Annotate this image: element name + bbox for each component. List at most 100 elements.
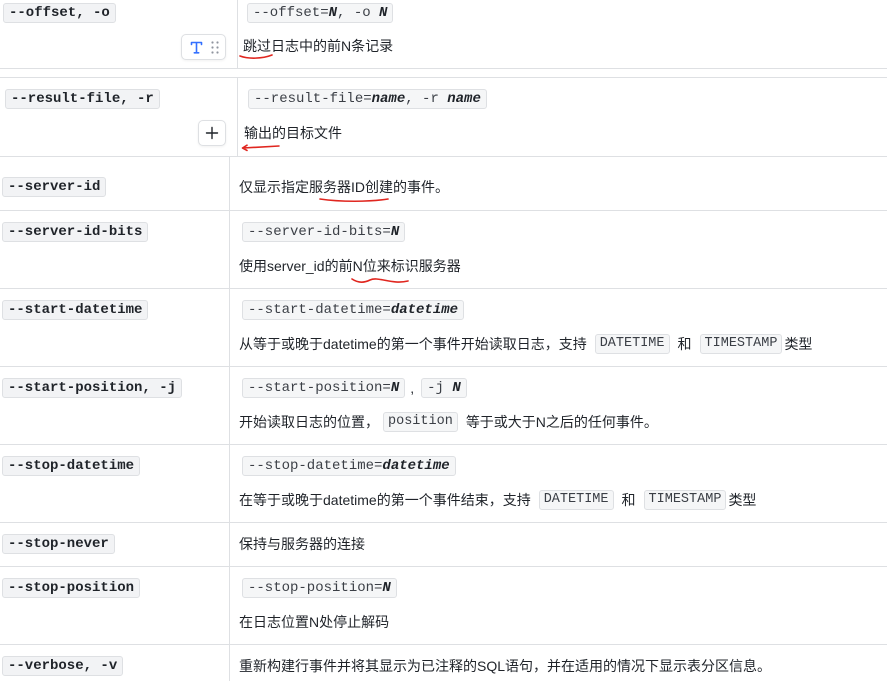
syntax-text: , -r <box>405 91 448 107</box>
option-name: --stop-never <box>2 534 115 554</box>
syntax-line: --offset=N, -o N <box>247 3 394 23</box>
table-row: --result-file, -r --result-file=name, -r… <box>0 77 887 157</box>
syntax-line: --server-id-bits=N <box>242 222 406 242</box>
option-description: 使用server_id的前N位来标识服务器 <box>239 258 461 274</box>
syntax-line: --result-file=name, -r name <box>248 89 487 109</box>
syntax-code: --start-datetime=datetime <box>242 300 465 320</box>
description-cell[interactable]: --result-file=name, -r name 输出的目标文件 <box>238 78 887 156</box>
table-row: --start-position, -j --start-position=N,… <box>0 367 887 445</box>
option-name: --start-datetime <box>2 300 149 320</box>
table-row: --verbose, -v 重新构建行事件并将其显示为已注释的SQL语句，并在适… <box>0 645 887 681</box>
drag-handle-icon[interactable] <box>211 41 219 54</box>
syntax-placeholder: datetime <box>390 302 459 318</box>
option-description: 重新构建行事件并将其显示为已注释的SQL语句，并在适用的情况下显示表分区信息。 <box>239 658 772 674</box>
syntax-code: --stop-datetime=datetime <box>242 456 456 476</box>
add-block-button[interactable] <box>198 120 226 146</box>
table-row: --stop-position --stop-position=N 在日志位置N… <box>0 567 887 645</box>
description-text: 和 <box>677 336 692 352</box>
syntax-code: --server-id-bits=N <box>242 222 406 242</box>
description-cell[interactable]: --start-datetime=datetime 从等于或晚于datetime… <box>230 289 887 366</box>
syntax-code: --result-file=name, -r name <box>248 89 487 109</box>
table-row: --server-id-bits --server-id-bits=N 使用se… <box>0 211 887 289</box>
inline-code-timestamp: TIMESTAMP <box>699 334 783 354</box>
option-cell[interactable]: --stop-position <box>0 567 230 644</box>
syntax-placeholder: N <box>452 380 461 396</box>
description-text: 类型 <box>784 336 813 352</box>
syntax-code: --offset=N, -o N <box>247 3 394 23</box>
option-cell[interactable]: --server-id <box>0 157 230 210</box>
description-text: 类型 <box>728 492 757 508</box>
description-text: 开始读取日志的位置， <box>239 414 379 430</box>
option-description: 在等于或晚于datetime的第一个事件结束，支持 DATETIME 和 TIMEST… <box>239 490 756 510</box>
description-text: 从等于或晚于datetime的第一个事件开始读取日志，支持 <box>239 336 587 352</box>
syntax-text: --stop-position= <box>248 580 383 596</box>
option-description: 保持与服务器的连接 <box>239 536 365 552</box>
syntax-line: --stop-datetime=datetime <box>242 456 456 476</box>
syntax-placeholder: N <box>390 380 400 396</box>
syntax-text: --stop-datetime= <box>248 458 383 474</box>
option-cell[interactable]: --start-position, -j <box>0 367 230 444</box>
option-name: --offset, -o <box>3 3 116 23</box>
option-cell[interactable]: --server-id-bits <box>0 211 230 288</box>
option-cell[interactable]: --start-datetime <box>0 289 230 366</box>
syntax-line: --start-datetime=datetime <box>242 300 465 320</box>
syntax-placeholder: N <box>379 5 388 21</box>
description-cell[interactable]: 保持与服务器的连接 <box>230 523 887 566</box>
option-description: 从等于或晚于datetime的第一个事件开始读取日志，支持 DATETIME 和 TI… <box>239 334 812 354</box>
description-cell[interactable]: --server-id-bits=N 使用server_id的前N位来标识服务器 <box>230 211 887 288</box>
syntax-line: --start-position=N, -j N <box>242 378 467 398</box>
table-row: --offset, -o --offset=N, -o N 跳过日志中的前N条记… <box>0 0 887 69</box>
syntax-text: --start-position= <box>248 380 391 396</box>
syntax-separator: , <box>410 380 415 396</box>
option-description: 跳过日志中的前N条记录 <box>243 38 394 54</box>
option-name: --start-position, -j <box>2 378 183 398</box>
description-cell[interactable]: 重新构建行事件并将其显示为已注释的SQL语句，并在适用的情况下显示表分区信息。 <box>230 645 887 681</box>
syntax-text: --start-datetime= <box>248 302 391 318</box>
inline-code-datetime: DATETIME <box>538 490 614 510</box>
description-cell[interactable]: 仅显示指定服务器ID创建的事件。 <box>230 157 887 210</box>
option-cell[interactable]: --stop-never <box>0 523 230 566</box>
description-text: 在等于或晚于datetime的第一个事件结束，支持 <box>239 492 531 508</box>
syntax-placeholder: N <box>390 224 400 240</box>
table-row: --server-id 仅显示指定服务器ID创建的事件。 <box>0 157 887 211</box>
syntax-code: --stop-position=N <box>242 578 397 598</box>
option-name: --stop-position <box>2 578 141 598</box>
syntax-placeholder: name <box>447 91 481 107</box>
option-cell[interactable]: --verbose, -v <box>0 645 230 681</box>
option-name: --verbose, -v <box>2 656 124 676</box>
table-row: --start-datetime --start-datetime=dateti… <box>0 289 887 367</box>
syntax-placeholder: datetime <box>382 458 450 474</box>
syntax-placeholder: name <box>371 91 406 107</box>
syntax-code: -j N <box>421 378 467 398</box>
option-cell[interactable]: --stop-datetime <box>0 445 230 522</box>
syntax-text: -j <box>427 380 453 396</box>
syntax-code: --start-position=N <box>242 378 406 398</box>
description-cell[interactable]: --start-position=N, -j N 开始读取日志的位置， positi… <box>230 367 887 444</box>
option-description: 开始读取日志的位置， position 等于或大于N之后的任何事件。 <box>239 412 658 432</box>
syntax-placeholder: N <box>382 580 391 596</box>
option-name: --server-id-bits <box>2 222 149 242</box>
inline-code-datetime: DATETIME <box>594 334 670 354</box>
inline-code-timestamp: TIMESTAMP <box>643 490 727 510</box>
syntax-placeholder: N <box>328 5 338 21</box>
syntax-text: , -o <box>337 5 380 21</box>
plus-icon <box>205 126 219 140</box>
syntax-text: --server-id-bits= <box>248 224 391 240</box>
table-row: --stop-never 保持与服务器的连接 <box>0 523 887 567</box>
description-text: 等于或大于N之后的任何事件。 <box>465 414 658 430</box>
inline-code-position: position <box>383 412 458 432</box>
block-toolbar[interactable] <box>181 34 226 60</box>
option-description: 在日志位置N处停止解码 <box>239 614 390 630</box>
description-text: 和 <box>621 492 636 508</box>
option-name: --stop-datetime <box>2 456 141 476</box>
syntax-text: --offset= <box>253 5 329 21</box>
description-cell[interactable]: --stop-position=N 在日志位置N处停止解码 <box>230 567 887 644</box>
option-name: --result-file, -r <box>5 89 160 109</box>
description-cell[interactable]: --offset=N, -o N 跳过日志中的前N条记录 <box>238 0 887 68</box>
option-description: 仅显示指定服务器ID创建的事件。 <box>239 179 449 195</box>
description-cell[interactable]: --stop-datetime=datetime 在等于或晚于datetime的… <box>230 445 887 522</box>
table-row: --stop-datetime --stop-datetime=datetime… <box>0 445 887 523</box>
text-style-icon[interactable] <box>189 40 204 55</box>
syntax-line: --stop-position=N <box>242 578 397 598</box>
option-name: --server-id <box>2 177 107 197</box>
